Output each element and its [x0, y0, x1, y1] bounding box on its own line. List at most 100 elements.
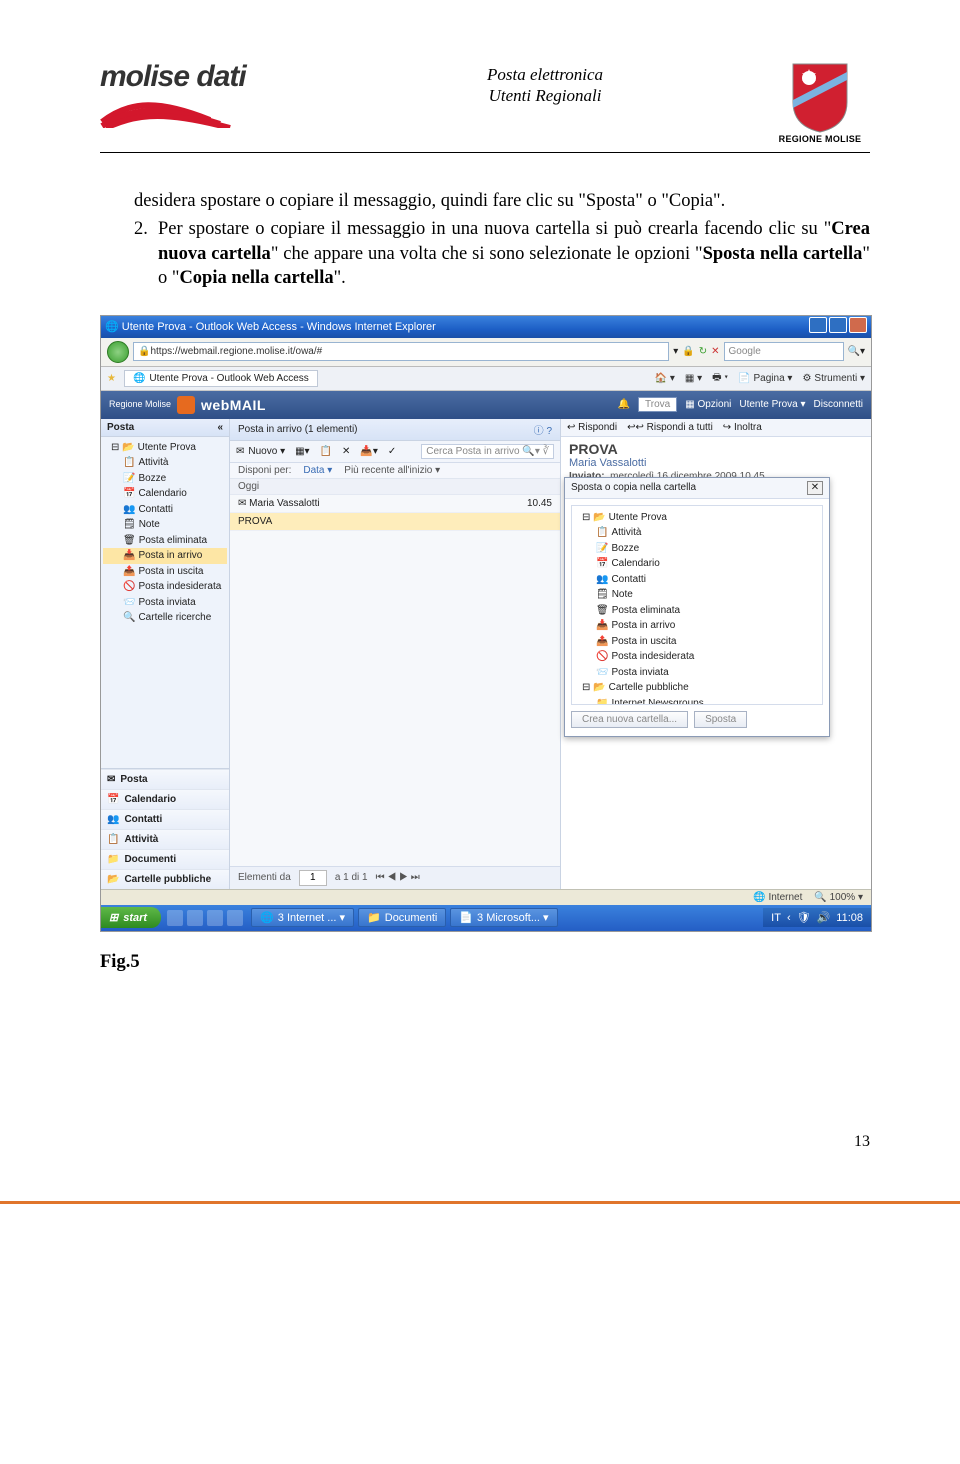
alerts-icon[interactable]: 🔔: [618, 399, 630, 410]
taskbar: ⊞ start 🌐 3 Internet ... ▾ 📁 Documenti 📄…: [101, 905, 871, 931]
refresh-icon[interactable]: ▾: [673, 346, 678, 357]
options-menu[interactable]: ▦ Opzioni: [685, 399, 731, 410]
tree-item[interactable]: 👥 Contatti: [574, 572, 820, 588]
toolbar-btn[interactable]: 📋: [320, 446, 332, 457]
collapse-icon[interactable]: «: [217, 422, 223, 433]
nav-posta[interactable]: ✉ Posta: [101, 769, 229, 789]
tree-item[interactable]: 👥 Contatti: [103, 502, 227, 518]
tree-item[interactable]: 🔍 Cartelle ricerche: [103, 610, 227, 626]
quick-launch[interactable]: [161, 910, 249, 926]
nav-calendario[interactable]: 📅 Calendario: [101, 789, 229, 809]
logout-link[interactable]: Disconnetti: [814, 399, 863, 410]
lock-icon: 🔒: [682, 346, 694, 357]
toolbar-btn[interactable]: ✓: [388, 446, 396, 457]
window-buttons[interactable]: [807, 317, 867, 336]
nav-contatti[interactable]: 👥 Contatti: [101, 809, 229, 829]
help-icon[interactable]: ⓘ ?: [534, 422, 552, 437]
reading-pane: ↩ Rispondi ↩↩ Rispondi a tutti ↪ Inoltra…: [561, 419, 871, 889]
tree-item[interactable]: ⊟ 📂 Cartelle pubbliche: [574, 680, 820, 696]
reading-toolbar: ↩ Rispondi ↩↩ Rispondi a tutti ↪ Inoltra: [561, 419, 871, 437]
tree-item[interactable]: ⊟ 📂 Utente Prova: [103, 440, 227, 456]
page-number: 13: [100, 1133, 870, 1151]
message-row-selected[interactable]: PROVA: [230, 513, 560, 531]
dialog-close-button[interactable]: ✕: [807, 481, 823, 495]
address-bar[interactable]: 🔒 https://webmail.regione.molise.it/owa/…: [133, 342, 669, 361]
arrange-bar: Disponi per: Data ▾ Più recente all'iniz…: [230, 463, 560, 479]
favorites-icon[interactable]: ★: [107, 373, 116, 384]
arrange-order[interactable]: Più recente all'inizio ▾: [344, 465, 440, 476]
forward-button[interactable]: ↪ Inoltra: [723, 422, 762, 433]
nav-attivita[interactable]: 📋 Attività: [101, 829, 229, 849]
user-menu[interactable]: Utente Prova ▾: [739, 399, 805, 410]
tree-item[interactable]: 🗑 Posta eliminata: [103, 533, 227, 549]
tree-item[interactable]: 📁 Internet Newsgroups: [574, 696, 820, 705]
browser-tab[interactable]: 🌐 Utente Prova - Outlook Web Access: [124, 370, 318, 387]
tree-item[interactable]: 📤 Posta in uscita: [574, 634, 820, 650]
home-icon[interactable]: 🏠 ▾: [655, 373, 675, 384]
toolbar-btn[interactable]: 📥▾: [360, 446, 377, 457]
logo-molise-dati: molise dati: [100, 60, 320, 132]
new-button[interactable]: ✉ Nuovo ▾: [236, 446, 285, 457]
tree-item[interactable]: 📋 Attività: [103, 455, 227, 471]
tree-item[interactable]: 📋 Attività: [574, 525, 820, 541]
taskbar-button-documents[interactable]: 📁 Documenti: [358, 908, 446, 927]
toolbar-btn[interactable]: ▦▾: [295, 446, 309, 457]
back-button[interactable]: [107, 341, 129, 363]
message-row[interactable]: ✉ Maria Vassalotti10.45: [230, 495, 560, 513]
arrange-by[interactable]: Data ▾: [303, 465, 332, 476]
tree-item[interactable]: 📤 Posta in uscita: [103, 564, 227, 580]
message-list: Oggi ✉ Maria Vassalotti10.45 PROVA: [230, 479, 560, 531]
pager-nav[interactable]: ⏮ ◀ ▶ ⏭: [376, 872, 420, 883]
brand-label: webMAIL: [201, 397, 266, 413]
tree-item[interactable]: 🗒 Note: [574, 587, 820, 603]
start-button[interactable]: ⊞ start: [101, 907, 161, 928]
nav-cartelle-pubbliche[interactable]: 📂 Cartelle pubbliche: [101, 869, 229, 889]
tools-menu[interactable]: ⚙ Strumenti ▾: [802, 373, 865, 384]
nav-documenti[interactable]: 📁 Documenti: [101, 849, 229, 869]
tree-item[interactable]: 📝 Bozze: [574, 541, 820, 557]
tree-item[interactable]: 📅 Calendario: [103, 486, 227, 502]
move-button[interactable]: Sposta: [694, 711, 747, 728]
page-menu[interactable]: 📄 Pagina ▾: [738, 373, 792, 384]
message-subject: PROVA: [561, 437, 871, 457]
tray-lang: IT: [771, 912, 781, 924]
search-box[interactable]: Google: [724, 342, 844, 361]
tree-item[interactable]: 📝 Bozze: [103, 471, 227, 487]
message-list-pane: Posta in arrivo (1 elementi)ⓘ ? ✉ Nuovo …: [230, 419, 561, 889]
refresh-icon[interactable]: ↻: [699, 346, 707, 357]
system-tray[interactable]: IT ‹🛡🔊 11:08: [763, 908, 871, 927]
feeds-icon[interactable]: ▦ ▾: [685, 373, 702, 384]
owa-body: Posta « ⊟ 📂 Utente Prova 📋 Attività 📝 Bo…: [101, 419, 871, 889]
shield-icon: [177, 396, 195, 414]
create-folder-button[interactable]: Crea nuova cartella...: [571, 711, 688, 728]
crest-regione-molise: REGIONE MOLISE: [770, 60, 870, 144]
zoom-control[interactable]: 🔍 100% ▾: [814, 892, 863, 903]
footer-rule: [0, 1201, 960, 1204]
pager-from-input[interactable]: [299, 870, 327, 886]
tree-item[interactable]: 🗒 Note: [103, 517, 227, 533]
paragraph-continuation: desidera spostare o copiare il messaggio…: [134, 189, 870, 213]
delete-button[interactable]: ✕: [342, 446, 350, 457]
taskbar-button-ie[interactable]: 🌐 3 Internet ... ▾: [251, 908, 354, 927]
tree-item[interactable]: 🗑 Posta eliminata: [574, 603, 820, 619]
ie-command-bar: ★ 🌐 Utente Prova - Outlook Web Access 🏠 …: [101, 367, 871, 391]
tree-item[interactable]: ⊟ 📂 Utente Prova: [574, 510, 820, 526]
print-icon[interactable]: 🖶 ▾: [712, 370, 728, 387]
tree-item-selected[interactable]: 📥 Posta in arrivo: [103, 548, 227, 564]
dialog-title: Sposta o copia nella cartella: [571, 482, 696, 493]
sidebar-label: Posta: [107, 422, 134, 433]
taskbar-button-word[interactable]: 📄 3 Microsoft... ▾: [450, 908, 557, 927]
tree-item[interactable]: 📅 Calendario: [574, 556, 820, 572]
search-messages[interactable]: Cerca Posta in arrivo 🔍▾ ∛: [421, 444, 554, 459]
group-header: Oggi: [230, 479, 560, 495]
stop-icon[interactable]: ✕: [711, 346, 719, 357]
reply-all-button[interactable]: ↩↩ Rispondi a tutti: [627, 422, 713, 433]
tree-item[interactable]: 📨 Posta inviata: [574, 665, 820, 681]
tree-item[interactable]: 🚫 Posta indesiderata: [574, 649, 820, 665]
tree-item[interactable]: 📥 Posta in arrivo: [574, 618, 820, 634]
find-box[interactable]: Trova: [638, 397, 677, 412]
search-go-icon[interactable]: 🔍▾: [848, 346, 865, 357]
tree-item[interactable]: 📨 Posta inviata: [103, 595, 227, 611]
tree-item[interactable]: 🚫 Posta indesiderata: [103, 579, 227, 595]
reply-button[interactable]: ↩ Rispondi: [567, 422, 617, 433]
